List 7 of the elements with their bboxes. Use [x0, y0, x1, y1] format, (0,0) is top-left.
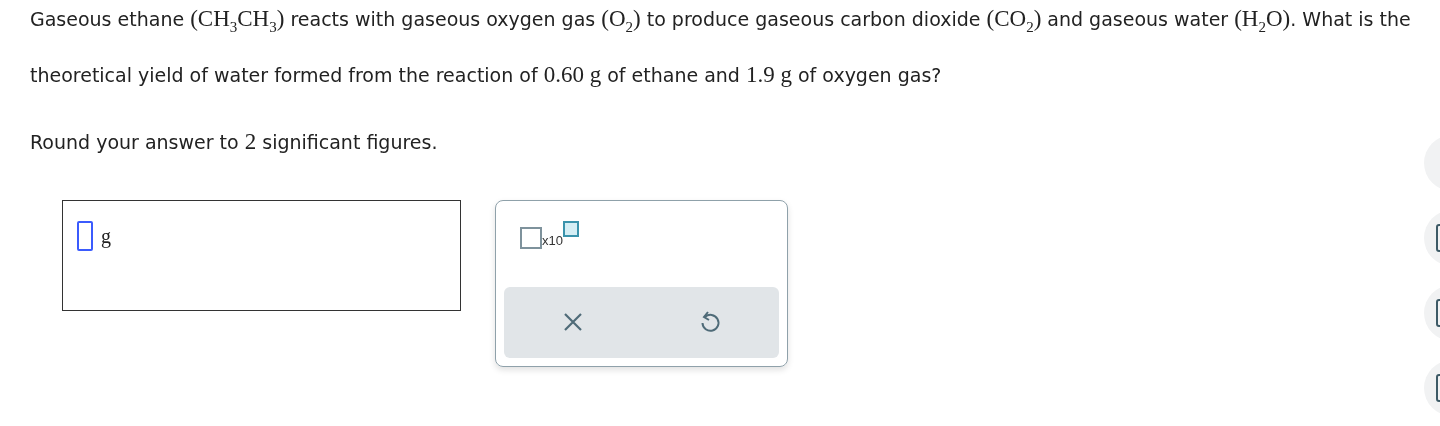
scientific-notation-button[interactable]: x10 [520, 220, 579, 249]
question-text: Gaseous ethane (CH$_{3}$CH$_{3}$) reacts with gaseous oxygen gas (O$_{2}$) to produce gaseous carbon dioxide (CO$_{2}$) and gaseous water (H$_{2}$O). What is the theoretical yield of water formed from the reaction of 0.60 g of ethane and 1.9 g of oxygen gas? [30, 5, 1412, 89]
answer-box[interactable]: g [62, 199, 461, 311]
undo-icon [699, 310, 722, 335]
instruction-text: Round your answer to 2 significant figures. [30, 127, 438, 156]
input-slot-icon [77, 220, 93, 251]
unit-label: g [101, 224, 111, 248]
